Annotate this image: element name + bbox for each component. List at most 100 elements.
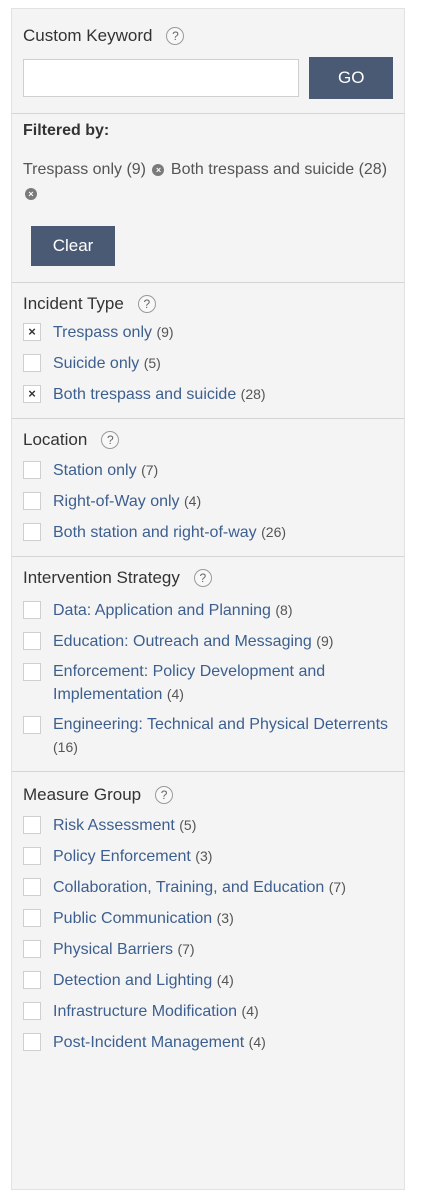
keyword-row: GO xyxy=(23,57,393,99)
checkbox[interactable] xyxy=(23,663,41,681)
list-item[interactable]: Data: Application and Planning (8) xyxy=(23,599,393,622)
checkbox[interactable] xyxy=(23,971,41,989)
option-label[interactable]: Post-Incident Management xyxy=(53,1034,244,1051)
list-item[interactable]: Post-Incident Management (4) xyxy=(23,1031,393,1054)
measure-group-section: Measure Group ? Risk Assessment (5) Poli… xyxy=(12,771,404,1066)
option-label[interactable]: Both station and right-of-way xyxy=(53,524,257,541)
checkbox[interactable]: × xyxy=(23,323,41,341)
option-label[interactable]: Station only xyxy=(53,462,137,479)
option-count: (5) xyxy=(143,355,161,371)
option-count: (4) xyxy=(166,686,184,702)
list-item[interactable]: Engineering: Technical and Physical Dete… xyxy=(23,714,393,759)
list-item[interactable]: Collaboration, Training, and Education (… xyxy=(23,876,393,899)
checkbox[interactable] xyxy=(23,601,41,619)
location-section: Location ? Station only (7) Right-of-Way… xyxy=(12,418,404,556)
intervention-help-icon[interactable]: ? xyxy=(193,569,212,587)
checkbox[interactable] xyxy=(23,492,41,510)
option-count: (4) xyxy=(248,1034,266,1050)
option-label[interactable]: Collaboration, Training, and Education xyxy=(53,879,324,896)
list-item[interactable]: × Trespass only (9) xyxy=(23,321,393,344)
list-item[interactable]: Suicide only (5) xyxy=(23,352,393,375)
checkbox[interactable] xyxy=(23,523,41,541)
clear-button[interactable]: Clear xyxy=(31,226,115,266)
option-count: (9) xyxy=(156,324,174,340)
option-count: (3) xyxy=(216,910,234,926)
checkbox[interactable] xyxy=(23,847,41,865)
keyword-input[interactable] xyxy=(23,59,300,97)
checkbox[interactable] xyxy=(23,816,41,834)
option-label[interactable]: Both trespass and suicide xyxy=(53,386,236,403)
option-label[interactable]: Risk Assessment xyxy=(53,817,175,834)
option-label[interactable]: Education: Outreach and Messaging xyxy=(53,633,312,650)
checkbox[interactable] xyxy=(23,878,41,896)
checkbox[interactable]: × xyxy=(23,385,41,403)
location-help-icon[interactable]: ? xyxy=(101,431,120,449)
location-title: Location xyxy=(23,430,88,449)
option-label[interactable]: Policy Enforcement xyxy=(53,848,191,865)
option-label[interactable]: Physical Barriers xyxy=(53,941,173,958)
intervention-options: Data: Application and Planning (8) Educa… xyxy=(23,599,393,759)
keyword-section: Custom Keyword ? GO xyxy=(12,9,404,113)
keyword-title: Custom Keyword xyxy=(23,26,153,45)
filtered-section: Filtered by: Trespass only (9) × Both tr… xyxy=(12,113,404,282)
incident-type-options: × Trespass only (9) Suicide only (5) × B… xyxy=(23,321,393,406)
list-item[interactable]: Right-of-Way only (4) xyxy=(23,490,393,513)
intervention-title: Intervention Strategy xyxy=(23,568,180,587)
option-count: (9) xyxy=(316,633,334,649)
option-count: (16) xyxy=(53,739,78,755)
list-item[interactable]: Risk Assessment (5) xyxy=(23,814,393,837)
active-filter-label: Trespass only (9) xyxy=(23,161,146,178)
option-label[interactable]: Infrastructure Modification xyxy=(53,1003,237,1020)
checkbox[interactable] xyxy=(23,461,41,479)
incident-type-help-icon[interactable]: ? xyxy=(137,295,156,313)
active-filters: Trespass only (9) × Both trespass and su… xyxy=(23,158,393,206)
go-button[interactable]: GO xyxy=(309,57,393,99)
list-item[interactable]: Physical Barriers (7) xyxy=(23,938,393,961)
remove-filter-icon[interactable]: × xyxy=(152,164,165,176)
option-count: (3) xyxy=(195,848,213,864)
measure-group-title: Measure Group xyxy=(23,785,142,804)
measure-group-help-icon[interactable]: ? xyxy=(155,786,174,804)
list-item[interactable]: Station only (7) xyxy=(23,459,393,482)
option-count: (8) xyxy=(275,602,293,618)
option-count: (4) xyxy=(241,1003,259,1019)
checkbox[interactable] xyxy=(23,909,41,927)
option-count: (4) xyxy=(216,972,234,988)
option-count: (26) xyxy=(261,524,287,540)
remove-filter-icon[interactable]: × xyxy=(25,188,37,200)
keyword-help-icon[interactable]: ? xyxy=(166,27,185,45)
option-label[interactable]: Detection and Lighting xyxy=(53,972,212,989)
list-item[interactable]: Detection and Lighting (4) xyxy=(23,969,393,992)
option-count: (4) xyxy=(184,493,202,509)
active-filter-label: Both trespass and suicide (28) xyxy=(170,161,388,178)
list-item[interactable]: Enforcement: Policy Development and Impl… xyxy=(23,661,393,706)
list-item[interactable]: × Both trespass and suicide (28) xyxy=(23,383,393,406)
list-item[interactable]: Policy Enforcement (3) xyxy=(23,845,393,868)
checkbox[interactable] xyxy=(23,716,41,734)
checkbox[interactable] xyxy=(23,1033,41,1051)
filtered-label: Filtered by: xyxy=(23,122,110,139)
option-label[interactable]: Engineering: Technical and Physical Dete… xyxy=(53,716,388,733)
option-label[interactable]: Public Communication xyxy=(53,910,212,927)
option-label[interactable]: Suicide only xyxy=(53,355,139,372)
checkbox[interactable] xyxy=(23,632,41,650)
checkbox[interactable] xyxy=(23,354,41,372)
checkbox[interactable] xyxy=(23,1002,41,1020)
option-label[interactable]: Trespass only xyxy=(53,324,152,341)
checkbox[interactable] xyxy=(23,940,41,958)
list-item[interactable]: Both station and right-of-way (26) xyxy=(23,521,393,544)
measure-group-options: Risk Assessment (5) Policy Enforcement (… xyxy=(23,814,393,1054)
location-title-row: Location ? xyxy=(23,427,393,453)
keyword-title-row: Custom Keyword ? xyxy=(23,23,393,49)
intervention-title-row: Intervention Strategy ? xyxy=(23,565,393,591)
option-label[interactable]: Data: Application and Planning xyxy=(53,602,271,619)
list-item[interactable]: Education: Outreach and Messaging (9) xyxy=(23,630,393,653)
option-label[interactable]: Right-of-Way only xyxy=(53,493,180,510)
option-label[interactable]: Enforcement: Policy Development and Impl… xyxy=(53,663,325,703)
list-item[interactable]: Infrastructure Modification (4) xyxy=(23,1000,393,1023)
incident-type-title: Incident Type xyxy=(23,294,124,313)
list-item[interactable]: Public Communication (3) xyxy=(23,907,393,930)
option-count: (28) xyxy=(240,386,266,402)
option-count: (7) xyxy=(141,462,159,478)
incident-type-section: Incident Type ? × Trespass only (9) Suic… xyxy=(12,282,404,418)
